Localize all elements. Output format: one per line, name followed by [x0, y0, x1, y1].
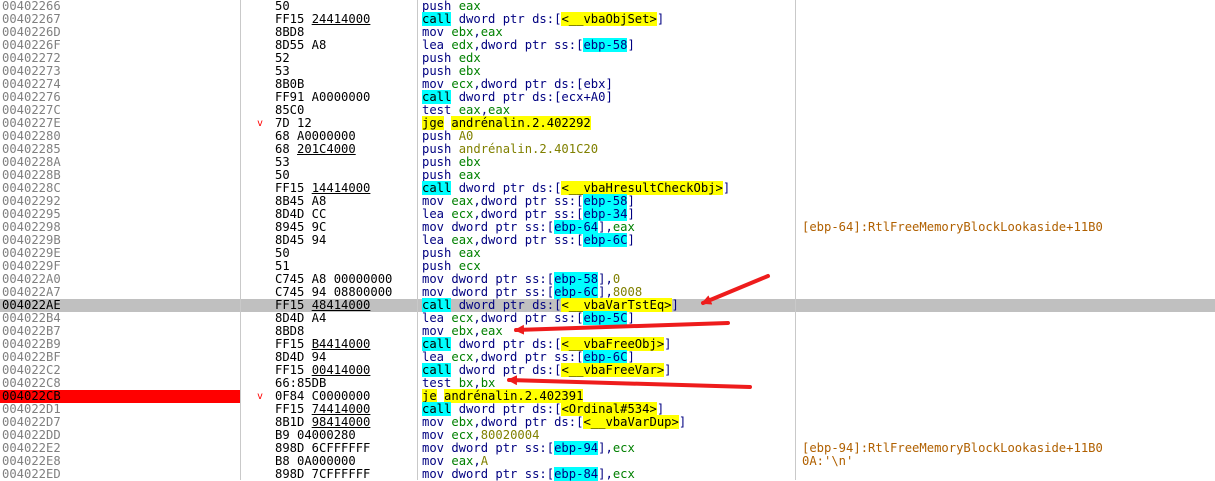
arrow-vbaVarTstEq [701, 274, 770, 305]
annotation-arrows [507, 274, 770, 389]
arrow-test-bx-bx [507, 375, 752, 389]
disassembly-view[interactable]: 00402266 50 push eax 00402267 FF15 24414000 c… [0, 0, 1215, 481]
arrow-mov-ebx-eax [514, 321, 730, 335]
